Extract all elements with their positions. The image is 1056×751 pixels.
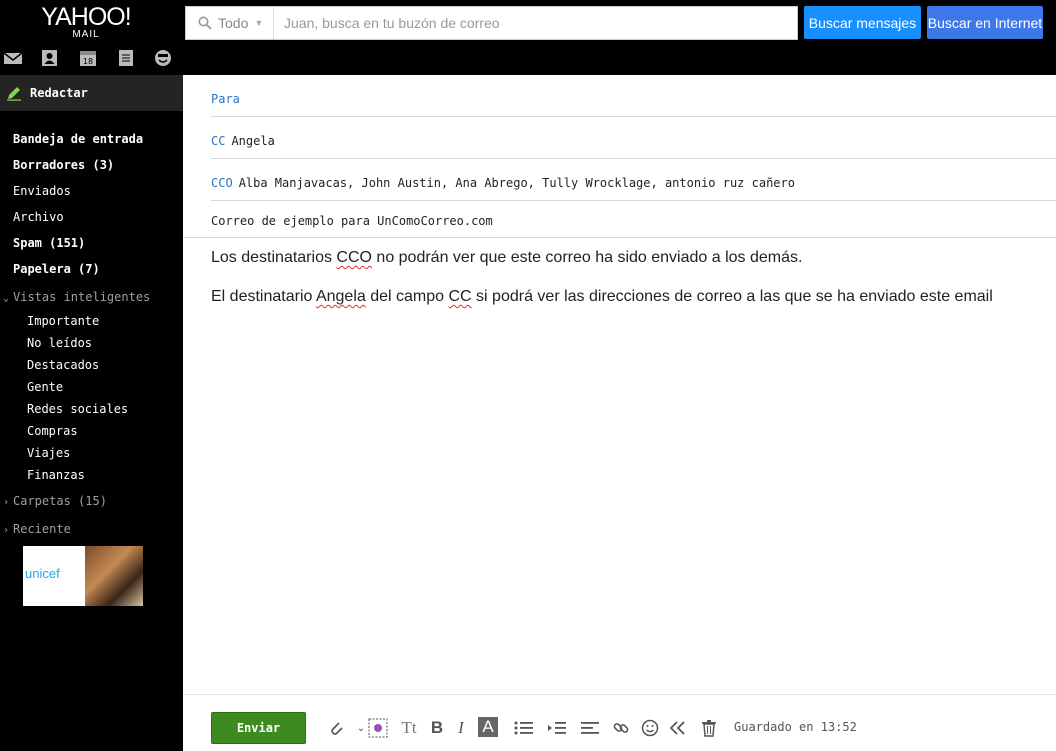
cc-label: CC bbox=[211, 134, 226, 148]
chevron-down-icon: ▼ bbox=[254, 18, 264, 28]
collapse-toolbar-icon[interactable] bbox=[667, 717, 689, 739]
messenger-icon[interactable] bbox=[153, 49, 173, 67]
sidebar-item-sent[interactable]: Enviados bbox=[13, 184, 71, 198]
unicef-logo: unicef bbox=[25, 566, 60, 581]
sidebar-item-social[interactable]: Redes sociales bbox=[27, 402, 128, 416]
text-size-icon[interactable]: Tt bbox=[398, 717, 420, 739]
calendar-day: 18 bbox=[83, 57, 93, 66]
divider bbox=[211, 116, 1056, 117]
body-line-1[interactable]: Los destinatarios CCO no podrán ver que … bbox=[211, 249, 802, 267]
bcc-field[interactable]: CCO Alba Manjavacas, John Austin, Ana Abr… bbox=[211, 176, 795, 190]
to-field[interactable]: Para bbox=[211, 92, 246, 106]
logo-main: YAHOO! bbox=[41, 3, 131, 31]
chevron-down-icon: ⌄ bbox=[3, 293, 10, 304]
saved-status: Guardado en 13:52 bbox=[734, 720, 857, 734]
body-line-2[interactable]: El destinatario Angela del campo CC si p… bbox=[211, 288, 993, 306]
sidebar-item-people[interactable]: Gente bbox=[27, 380, 63, 394]
compose-label: Redactar bbox=[30, 86, 88, 100]
sidebar: Redactar Bandeja de entrada Borradores (… bbox=[0, 75, 183, 751]
indent-icon[interactable] bbox=[546, 717, 568, 739]
trash-icon[interactable] bbox=[698, 717, 720, 739]
sidebar-item-trash[interactable]: Papelera (7) bbox=[13, 262, 100, 276]
calendar-icon[interactable]: 18 bbox=[78, 49, 98, 67]
chevron-down-icon[interactable]: ⌄ bbox=[355, 717, 367, 739]
mail-icon[interactable] bbox=[3, 49, 23, 67]
cc-value[interactable]: Angela bbox=[231, 134, 274, 148]
contacts-icon[interactable] bbox=[39, 49, 59, 67]
yahoo-mail-logo[interactable]: YAHOO! MAIL bbox=[37, 4, 135, 42]
search-scope-dropdown[interactable]: Todo ▼ bbox=[186, 7, 274, 39]
smart-views-toggle[interactable]: ⌄ Vistas inteligentes bbox=[3, 290, 150, 304]
recent-toggle[interactable]: › Reciente bbox=[3, 522, 71, 536]
search-mail-button[interactable]: Buscar mensajes bbox=[804, 6, 921, 39]
align-icon[interactable] bbox=[579, 717, 601, 739]
search-scope-label: Todo bbox=[218, 15, 249, 31]
to-label: Para bbox=[211, 92, 240, 106]
sidebar-item-shopping[interactable]: Compras bbox=[27, 424, 78, 438]
sidebar-item-archive[interactable]: Archivo bbox=[13, 210, 64, 224]
compose-button[interactable]: Redactar bbox=[0, 75, 183, 111]
logo-sub: MAIL bbox=[72, 29, 100, 40]
bcc-label: CCO bbox=[211, 176, 233, 190]
folders-toggle[interactable]: › Carpetas (15) bbox=[3, 494, 107, 508]
sidebar-item-drafts[interactable]: Borradores (3) bbox=[13, 158, 114, 172]
folders-section-label: Carpetas (15) bbox=[13, 494, 107, 508]
sidebar-item-starred[interactable]: Destacados bbox=[27, 358, 99, 372]
emoji-icon[interactable] bbox=[639, 717, 661, 739]
pencil-icon bbox=[7, 87, 21, 101]
subject-field[interactable]: Correo de ejemplo para UnComoCorreo.com bbox=[211, 214, 493, 228]
sidebar-item-important[interactable]: Importante bbox=[27, 314, 99, 328]
sidebar-item-unread[interactable]: No leídos bbox=[27, 336, 92, 350]
link-icon[interactable] bbox=[610, 717, 632, 739]
sidebar-item-finance[interactable]: Finanzas bbox=[27, 468, 85, 482]
divider bbox=[211, 200, 1056, 201]
stationery-icon[interactable] bbox=[367, 717, 389, 739]
divider bbox=[183, 237, 1056, 238]
sidebar-item-inbox[interactable]: Bandeja de entrada bbox=[13, 132, 143, 146]
bcc-value[interactable]: Alba Manjavacas, John Austin, Ana Abrego… bbox=[239, 176, 795, 190]
search-input[interactable] bbox=[274, 7, 797, 39]
compose-area: Para CC Angela CCO Alba Manjavacas, John A… bbox=[183, 75, 1056, 751]
ad-photo bbox=[85, 546, 143, 606]
recent-section-label: Reciente bbox=[13, 522, 71, 536]
unicef-ad[interactable]: unicef bbox=[23, 546, 143, 606]
search-bar: Todo ▼ bbox=[185, 6, 798, 40]
search-web-button[interactable]: Buscar en Internet bbox=[927, 6, 1043, 39]
italic-icon[interactable]: I bbox=[450, 717, 472, 739]
notepad-icon[interactable] bbox=[116, 49, 136, 67]
divider bbox=[211, 158, 1056, 159]
attach-icon[interactable] bbox=[325, 717, 347, 739]
send-button[interactable]: Enviar bbox=[211, 712, 306, 744]
bold-icon[interactable]: B bbox=[426, 717, 448, 739]
chevron-right-icon: › bbox=[3, 525, 10, 536]
chevron-right-icon: › bbox=[3, 497, 10, 508]
cc-field[interactable]: CC Angela bbox=[211, 134, 275, 148]
sidebar-item-spam[interactable]: Spam (151) bbox=[13, 236, 85, 250]
toolbar-divider bbox=[183, 694, 1056, 695]
sidebar-item-travel[interactable]: Viajes bbox=[27, 446, 70, 460]
smart-views-title: Vistas inteligentes bbox=[13, 290, 151, 304]
bullet-list-icon[interactable] bbox=[513, 717, 535, 739]
text-color-icon[interactable]: A bbox=[478, 717, 498, 737]
search-icon bbox=[198, 16, 212, 30]
